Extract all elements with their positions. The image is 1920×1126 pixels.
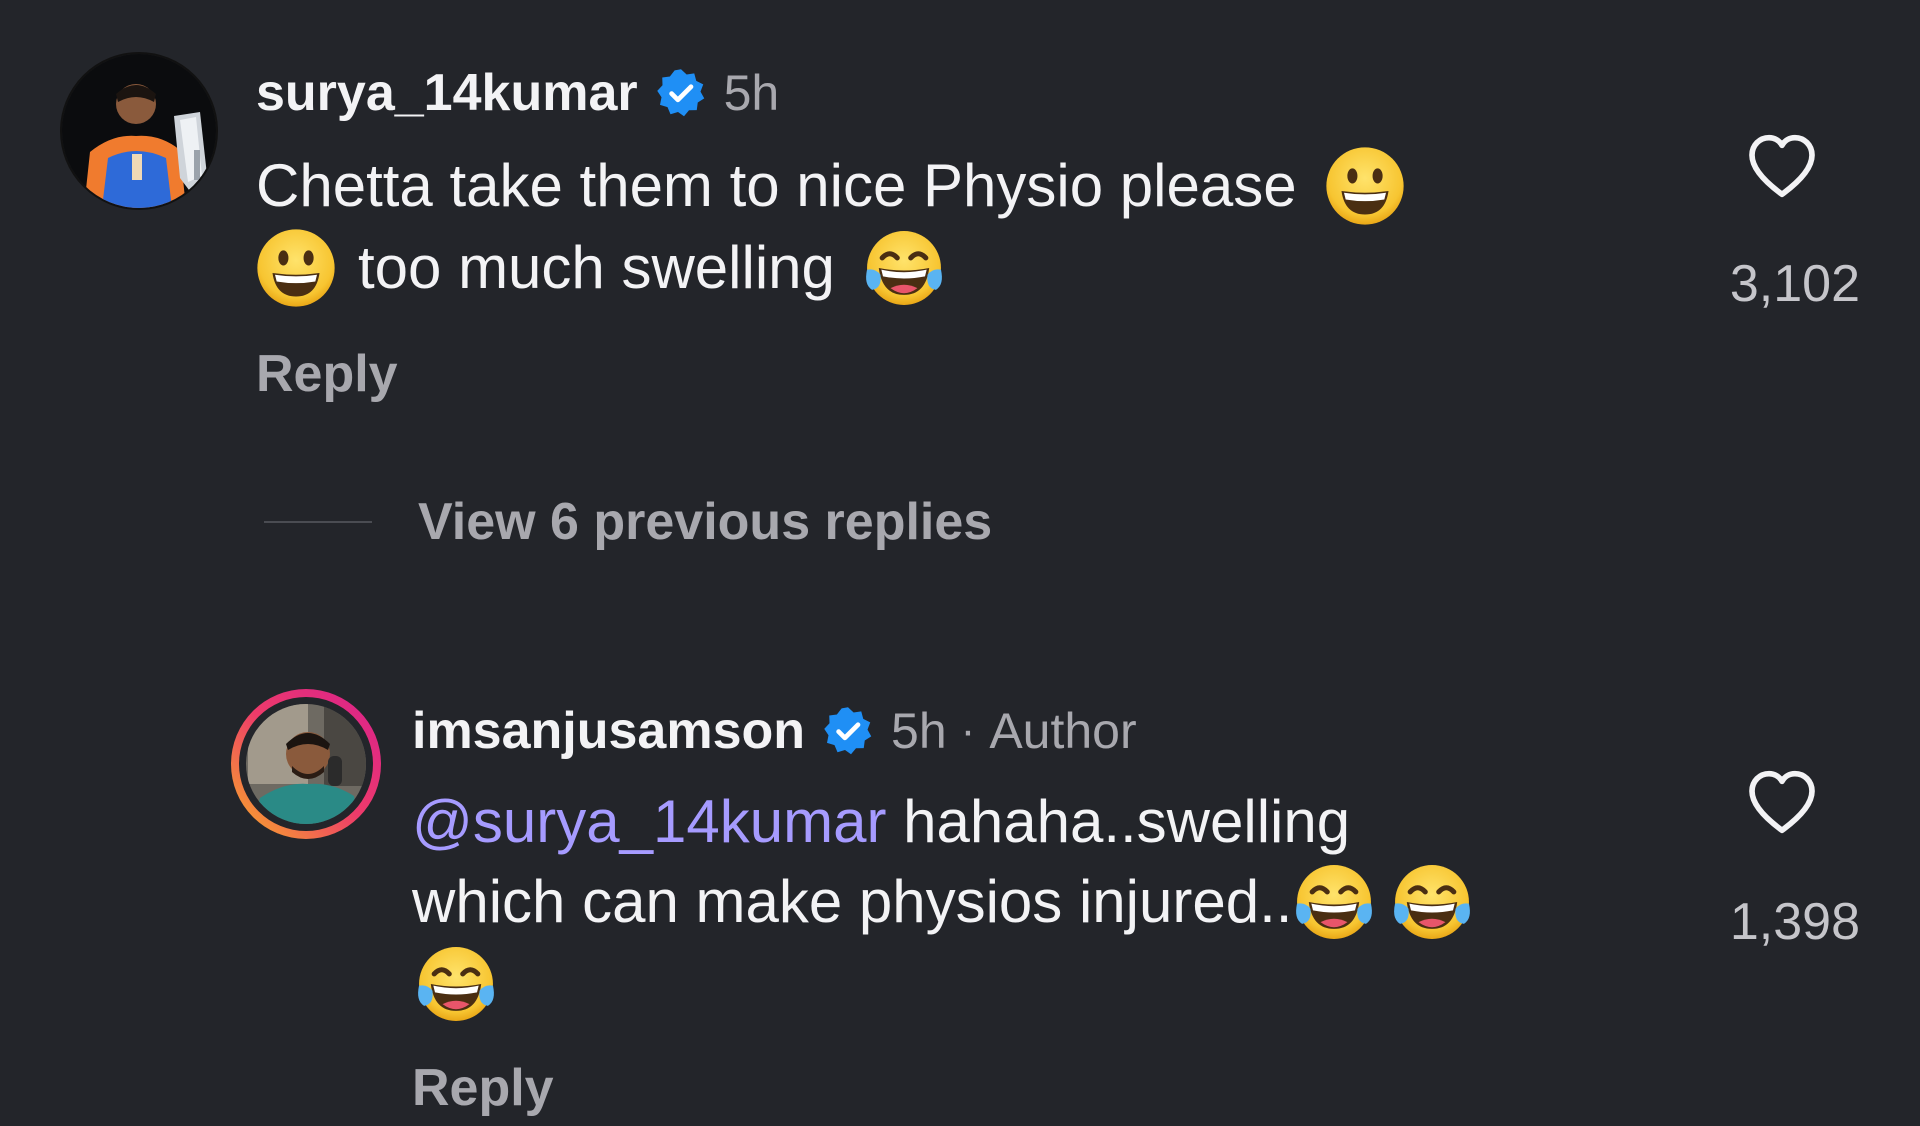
divider-line bbox=[264, 521, 372, 523]
comment-text-segment: Chetta take them to nice Physio please bbox=[256, 152, 1297, 219]
tears-of-joy-emoji-icon bbox=[1292, 860, 1376, 944]
reply-button[interactable]: Reply bbox=[256, 344, 398, 404]
comments-screen: surya_14kumar 5h Chetta take them to nic… bbox=[0, 0, 1920, 1126]
timestamp: 5h bbox=[723, 65, 780, 121]
view-previous-replies-label: View 6 previous replies bbox=[418, 493, 993, 551]
tears-of-joy-emoji-icon bbox=[414, 942, 498, 1026]
comment-text-line: Chetta take them to nice Physio please bbox=[256, 146, 1407, 228]
grinning-face-emoji-icon bbox=[1323, 144, 1407, 228]
comment-surya: surya_14kumar 5h Chetta take them to nic… bbox=[0, 0, 1920, 420]
grinning-face-emoji-icon bbox=[254, 226, 338, 310]
comment-text-segment: which can make physios injured.. bbox=[412, 868, 1293, 935]
username[interactable]: surya_14kumar bbox=[256, 63, 638, 123]
timestamp: 5h bbox=[891, 703, 947, 759]
comment-text-line: which can make physios injured.. bbox=[412, 862, 1474, 944]
comment-text: Chetta take them to nice Physio please t… bbox=[256, 146, 1407, 310]
comment-text-segment: hahaha..swelling bbox=[886, 788, 1351, 855]
like-count: 3,102 bbox=[1729, 255, 1860, 313]
like-heart-icon[interactable] bbox=[1742, 126, 1822, 206]
author-label: Author bbox=[989, 703, 1137, 759]
like-count: 1,398 bbox=[1729, 893, 1860, 951]
comment-header: surya_14kumar 5h bbox=[256, 58, 779, 128]
comment-header: imsanjusamson 5h · Author bbox=[412, 696, 1137, 766]
avatar-sanju-story-ring[interactable] bbox=[228, 686, 384, 842]
verified-badge-icon bbox=[823, 706, 873, 756]
comment-sanju: imsanjusamson 5h · Author @surya_14kumar… bbox=[0, 660, 1920, 1126]
comment-text: @surya_14kumar hahaha..swelling which ca… bbox=[412, 782, 1474, 1026]
tears-of-joy-emoji-icon bbox=[862, 226, 946, 310]
comment-text-line: @surya_14kumar hahaha..swelling bbox=[412, 782, 1474, 862]
reply-button[interactable]: Reply bbox=[412, 1058, 554, 1118]
tears-of-joy-emoji-icon bbox=[1390, 860, 1474, 944]
verified-badge-icon bbox=[656, 68, 706, 118]
avatar-surya[interactable] bbox=[60, 52, 218, 210]
mention-link[interactable]: @surya_14kumar bbox=[412, 788, 886, 855]
username[interactable]: imsanjusamson bbox=[412, 701, 805, 761]
comment-text-line: too much swelling bbox=[256, 228, 1407, 310]
separator-dot: · bbox=[960, 706, 976, 755]
view-previous-replies-button[interactable]: View 6 previous replies bbox=[264, 492, 992, 552]
like-heart-icon[interactable] bbox=[1742, 762, 1822, 842]
comment-text-line bbox=[412, 944, 1474, 1026]
comment-text-segment: too much swelling bbox=[358, 234, 835, 302]
